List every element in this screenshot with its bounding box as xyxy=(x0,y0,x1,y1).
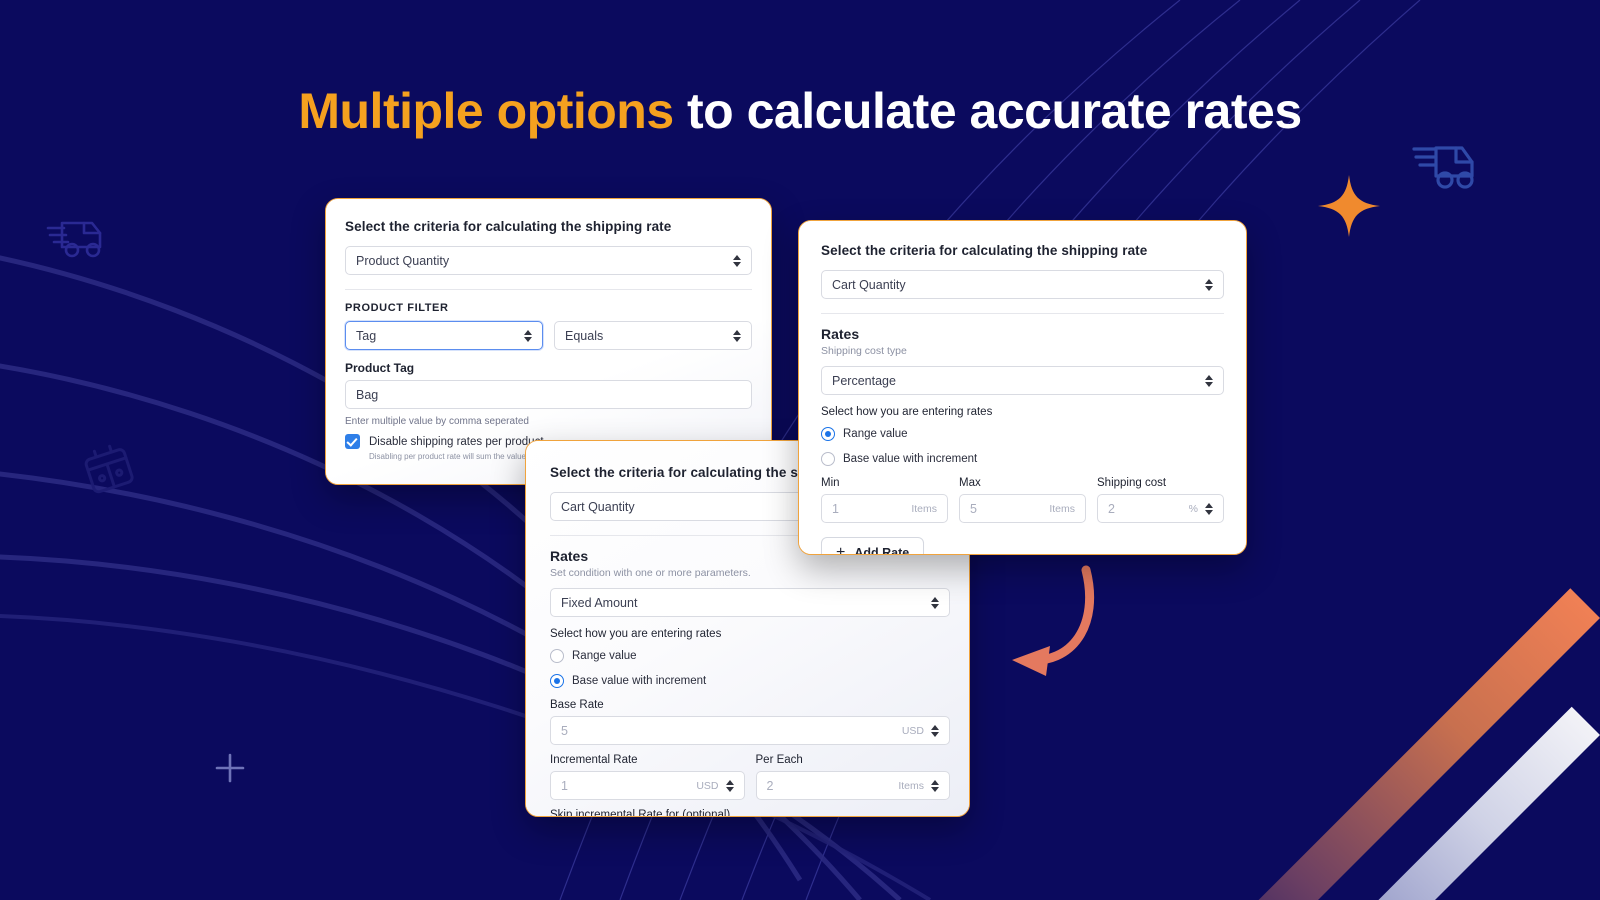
card3-cost-type-value: Fixed Amount xyxy=(561,595,638,610)
decorative-stripe-orange xyxy=(1117,588,1600,900)
card2-cost-type-select[interactable]: Percentage xyxy=(821,366,1224,395)
card2-cost-value: 2 xyxy=(1108,501,1115,516)
divider xyxy=(821,313,1224,314)
card1-helper-text: Enter multiple value by comma seperated xyxy=(345,416,529,427)
chevron-updown-icon xyxy=(1205,278,1213,291)
card2-max-unit: Items xyxy=(1049,502,1075,515)
chevron-updown-icon xyxy=(733,254,741,267)
checkbox-checked-icon[interactable] xyxy=(345,434,360,449)
card3-base-rate-value: 5 xyxy=(561,723,568,738)
radio-unselected-icon[interactable] xyxy=(550,649,564,663)
card2-max-label: Max xyxy=(959,477,981,489)
chevron-updown-icon[interactable] xyxy=(931,724,939,737)
card3-per-each-unit: Items xyxy=(898,779,924,792)
card3-increment-row: Incremental Rate 1 USD Per Each 2 Items xyxy=(550,754,950,800)
criteria-card-percentage: Select the criteria for calculating the … xyxy=(798,220,1247,555)
card2-add-rate-button[interactable]: + Add Rate xyxy=(821,537,925,555)
radio-selected-icon[interactable] xyxy=(821,427,835,441)
card2-radio-base-increment[interactable]: Base value with increment xyxy=(821,452,1224,466)
card2-cost-unit: % xyxy=(1188,502,1198,515)
card1-filter-field-select[interactable]: Tag xyxy=(345,321,543,350)
plus-icon: + xyxy=(836,544,846,555)
card2-radio-base-label: Base value with increment xyxy=(843,453,978,465)
card2-criteria-select[interactable]: Cart Quantity xyxy=(821,270,1224,299)
card2-lead-label: Select the criteria for calculating the … xyxy=(821,243,1148,258)
card3-radio-base-increment[interactable]: Base value with increment xyxy=(550,674,950,688)
chevron-updown-icon[interactable] xyxy=(1205,502,1213,515)
card2-max-value: 5 xyxy=(970,501,977,516)
card2-rate-row: Min 1 Items Max 5 Items Shipping cost 2 … xyxy=(821,477,1224,523)
card3-radio-range-label: Range value xyxy=(572,650,637,662)
chevron-updown-icon xyxy=(1205,374,1213,387)
card2-min-value: 1 xyxy=(832,501,839,516)
card3-incremental-value: 1 xyxy=(561,778,568,793)
card3-base-rate-label: Base Rate xyxy=(550,699,604,711)
chevron-updown-icon xyxy=(733,329,741,342)
card1-filter-field-value: Tag xyxy=(356,328,377,343)
card1-filter-operator-select[interactable]: Equals xyxy=(554,321,752,350)
card3-incremental-unit: USD xyxy=(696,779,719,792)
card1-filter-row: Tag Equals xyxy=(345,321,752,350)
card1-product-filter-heading: PRODUCT FILTER xyxy=(345,302,449,314)
chevron-updown-icon[interactable] xyxy=(931,779,939,792)
card1-product-tag-value: Bag xyxy=(356,387,379,402)
radio-unselected-icon[interactable] xyxy=(821,452,835,466)
card1-filter-operator-value: Equals xyxy=(565,328,604,343)
card3-cost-type-select[interactable]: Fixed Amount xyxy=(550,588,950,617)
card3-per-each-value: 2 xyxy=(766,778,774,793)
card2-max-input[interactable]: 5 Items xyxy=(959,494,1086,523)
four-point-star-icon xyxy=(1318,175,1380,237)
card2-criteria-value: Cart Quantity xyxy=(832,277,906,292)
card2-rates-subtitle: Shipping cost type xyxy=(821,345,907,357)
card1-lead-label: Select the criteria for calculating the … xyxy=(345,219,672,234)
crosshair-marker-icon xyxy=(215,753,245,783)
card3-per-each-label: Per Each xyxy=(755,754,803,766)
card2-cost-label: Shipping cost xyxy=(1097,477,1167,489)
card3-entry-mode-label: Select how you are entering rates xyxy=(550,628,722,640)
page-title-highlight: Multiple options xyxy=(298,83,674,139)
card2-cost-type-value: Percentage xyxy=(832,373,896,388)
radio-selected-icon[interactable] xyxy=(550,674,564,688)
card3-radio-base-label: Base value with increment xyxy=(572,675,707,687)
card1-checkbox-label: Disable shipping rates per product xyxy=(369,435,544,448)
page-title: Multiple options to calculate accurate r… xyxy=(0,82,1600,140)
card3-rates-subtitle: Set condition with one or more parameter… xyxy=(550,567,751,579)
card1-criteria-select[interactable]: Product Quantity xyxy=(345,246,752,275)
page-title-rest: to calculate accurate rates xyxy=(673,83,1302,139)
card2-entry-mode-label: Select how you are entering rates xyxy=(821,406,993,418)
banner-canvas: Multiple options to calculate accurate r… xyxy=(0,0,1600,900)
chevron-updown-icon[interactable] xyxy=(725,779,734,792)
card1-product-tag-label: Product Tag xyxy=(345,361,415,375)
card1-product-tag-input[interactable]: Bag xyxy=(345,380,752,409)
card1-criteria-value: Product Quantity xyxy=(356,253,450,268)
card2-rates-title: Rates xyxy=(821,326,860,342)
card2-min-label: Min xyxy=(821,477,840,489)
card3-incremental-input[interactable]: 1 USD xyxy=(550,771,745,800)
curved-arrow-icon xyxy=(1012,565,1095,676)
chevron-updown-icon xyxy=(931,596,939,609)
card3-base-rate-unit: USD xyxy=(901,724,924,737)
card3-skip-label: Skip incremental Rate for (optional) xyxy=(550,809,731,817)
card3-incremental-label: Incremental Rate xyxy=(550,754,638,766)
card3-base-rate-input[interactable]: 5 USD xyxy=(550,716,950,745)
card2-cost-input[interactable]: 2 % xyxy=(1097,494,1224,523)
card2-radio-range-value[interactable]: Range value xyxy=(821,427,1224,441)
card2-radio-range-label: Range value xyxy=(843,428,908,440)
card2-add-rate-label: Add Rate xyxy=(854,546,910,555)
chevron-updown-icon xyxy=(524,329,532,342)
card2-min-unit: Items xyxy=(911,502,937,515)
card2-min-input[interactable]: 1 Items xyxy=(821,494,948,523)
card3-radio-range-value[interactable]: Range value xyxy=(550,649,950,663)
card3-per-each-input[interactable]: 2 Items xyxy=(755,771,950,800)
divider xyxy=(345,289,752,290)
